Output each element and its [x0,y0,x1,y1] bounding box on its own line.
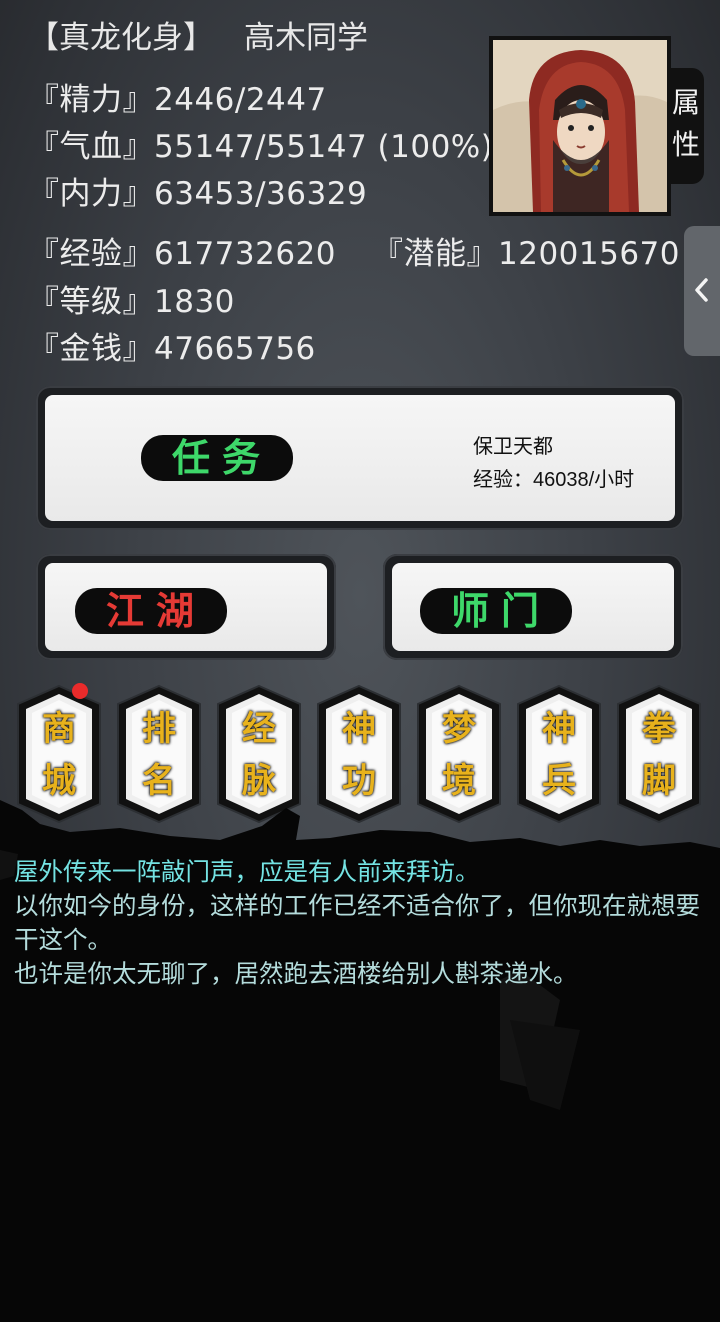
divine-weapon-label-1: 神 [542,709,576,749]
quest-info: 保卫天都 经验：46038/小时 [473,431,634,497]
avatar-portrait-icon [493,40,667,212]
player-avatar[interactable] [489,36,671,216]
shimen-button[interactable]: 师门 [420,588,572,634]
quest-panel[interactable]: 任务 保卫天都 经验：46038/小时 [36,386,684,530]
attributes-tab[interactable]: 属 性 [668,68,704,184]
log-line: 屋外传来一阵敲门声，应是有人前来拜访。 [14,859,480,886]
chevron-left-icon [695,278,708,302]
quest-name: 保卫天都 [473,436,553,458]
quest-reward: 经验：46038/小时 [473,469,635,491]
game-screen: 【真龙化身】 高木同学 『精力』2446/2447 『气血』55147/55147… [0,0,720,1322]
quest-panel-body: 任务 保卫天都 经验：46038/小时 [45,395,675,521]
red-dot-icon [72,683,88,699]
jianghu-button[interactable]: 江湖 [75,588,227,634]
stat-jingyan: 『经验』617732620 [28,236,337,272]
jianghu-panel[interactable]: 江湖 [36,554,336,660]
shop-label-1: 商 [42,709,76,749]
player-name: 高木同学 [244,20,368,56]
attributes-tab-label-2: 性 [671,128,700,161]
stat-dengji: 『等级』1830 [28,284,235,320]
stat-jingli: 『精力』2446/2447 [28,82,327,118]
shimen-panel-body: 师门 [392,563,674,651]
log-line: 也许是你太无聊了，居然跑去酒楼给别人斟茶递水。 [14,961,578,988]
attributes-tab-label-1: 属 [671,86,700,119]
side-drawer-handle[interactable] [684,226,720,356]
fist-kick-label-1: 拳 [642,709,676,749]
player-title-row: 【真龙化身】 高木同学 [28,12,368,57]
log-line: 以你如今的身份，这样的工作已经不适合你了，但你现在就想要干这个。 [14,893,700,954]
divine-skill-label-1: 神 [342,709,376,749]
stat-qianneng: 『潜能』120015670 [372,236,681,272]
jianghu-panel-body: 江湖 [45,563,327,651]
quest-button[interactable]: 任务 [141,435,293,481]
stat-neili: 『内力』63453/36329 [28,176,368,212]
message-log: 屋外传来一阵敲门声，应是有人前来拜访。 以你如今的身份，这样的工作已经不适合你了… [14,856,714,992]
shimen-panel[interactable]: 师门 [383,554,683,660]
stat-qixue: 『气血』55147/55147 (100%) [28,129,494,165]
stat-jinqian: 『金钱』47665756 [28,331,316,367]
dreamland-label-1: 梦 [442,709,476,749]
player-title-tag: 【真龙化身】 [28,20,214,56]
meridian-label-1: 经 [242,709,276,749]
ranking-label-1: 排 [142,709,176,749]
